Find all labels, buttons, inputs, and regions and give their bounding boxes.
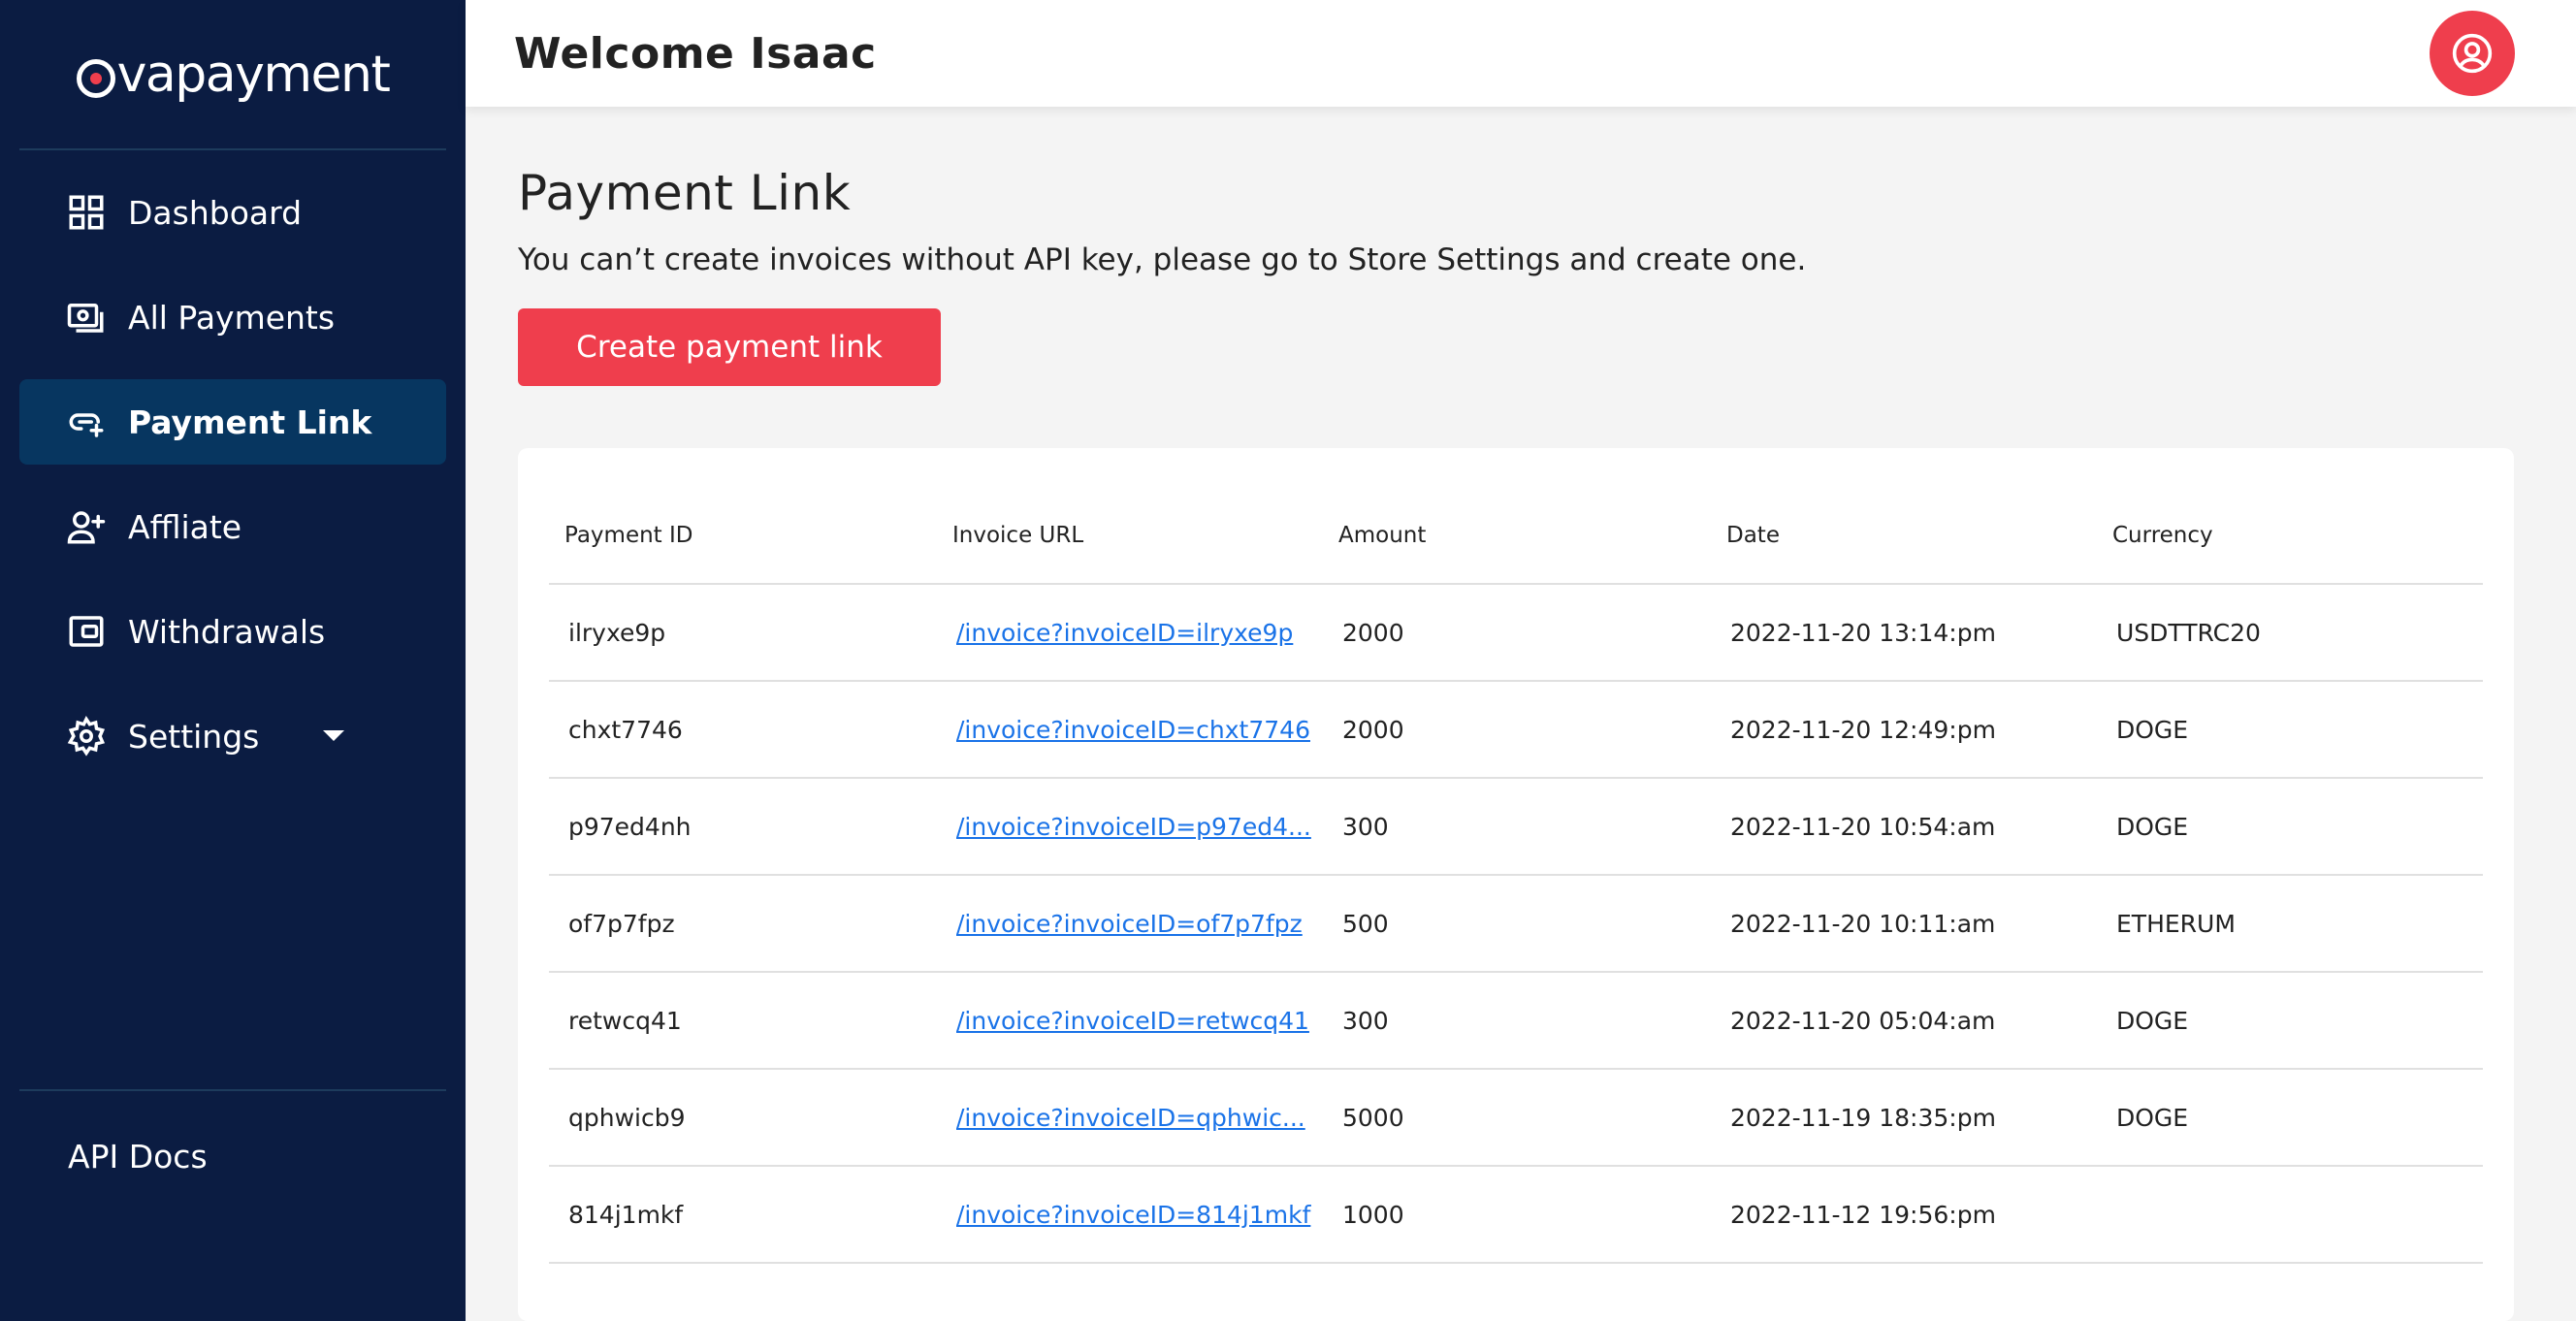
column-header: Date <box>1711 487 2097 585</box>
brand-logo[interactable]: vapayment <box>19 0 446 150</box>
invoice-link[interactable]: /invoice?invoiceID=814j1mkf <box>956 1201 1310 1229</box>
sidebar-item-affliate[interactable]: Affliate <box>19 484 446 569</box>
payment-links-table: Payment ID Invoice URL Amount Date Curre… <box>549 487 2483 1264</box>
invoice-url-cell: /invoice?invoiceID=chxt7746 <box>937 681 1323 779</box>
sidebar-item-withdrawals[interactable]: Withdrawals <box>19 589 446 674</box>
avatar-button[interactable] <box>2430 11 2515 96</box>
currency-cell: DOGE <box>2097 778 2483 876</box>
date-cell: 2022-11-20 10:11:am <box>1711 875 2097 973</box>
payment-id-cell: ilryxe9p <box>549 584 937 682</box>
welcome-title: Welcome Isaac <box>514 28 877 79</box>
table-row: p97ed4nh /invoice?invoiceID=p97ed4... 30… <box>549 778 2483 876</box>
sidebar-item-label: Dashboard <box>128 193 303 232</box>
payment-id-cell: chxt7746 <box>549 681 937 779</box>
user-circle-icon <box>2452 33 2493 74</box>
table-row: qphwicb9 /invoice?invoiceID=qphwic... 50… <box>549 1069 2483 1167</box>
table-row: ilryxe9p /invoice?invoiceID=ilryxe9p 200… <box>549 584 2483 682</box>
payment-id-cell: p97ed4nh <box>549 778 937 876</box>
invoice-url-cell: /invoice?invoiceID=qphwic... <box>937 1069 1323 1167</box>
currency-cell: DOGE <box>2097 681 2483 779</box>
invoice-link[interactable]: /invoice?invoiceID=chxt7746 <box>956 716 1310 744</box>
table-row: 814j1mkf /invoice?invoiceID=814j1mkf 100… <box>549 1166 2483 1264</box>
sidebar-item-payment-link[interactable]: Payment Link <box>19 379 446 465</box>
amount-cell: 300 <box>1323 972 1711 1070</box>
invoice-url-cell: /invoice?invoiceID=p97ed4... <box>937 778 1323 876</box>
table-row: retwcq41 /invoice?invoiceID=retwcq41 300… <box>549 972 2483 1070</box>
sidebar-item-label: Affliate <box>128 507 242 546</box>
cash-icon <box>66 297 107 338</box>
wallet-icon <box>66 611 107 652</box>
invoice-link[interactable]: /invoice?invoiceID=ilryxe9p <box>956 619 1293 647</box>
sidebar-nav: Dashboard All Payments Payment Link Affl… <box>0 150 466 779</box>
column-header: Payment ID <box>549 487 937 585</box>
date-cell: 2022-11-19 18:35:pm <box>1711 1069 2097 1167</box>
invoice-url-cell: /invoice?invoiceID=retwcq41 <box>937 972 1323 1070</box>
amount-cell: 500 <box>1323 875 1711 973</box>
payment-id-cell: of7p7fpz <box>549 875 937 973</box>
table-header-row: Payment ID Invoice URL Amount Date Curre… <box>549 487 2483 585</box>
user-add-icon <box>66 506 107 547</box>
date-cell: 2022-11-12 19:56:pm <box>1711 1166 2097 1264</box>
sidebar-item-settings[interactable]: Settings <box>19 693 446 779</box>
chevron-down-icon[interactable] <box>323 730 344 741</box>
page-content: Payment Link You can’t create invoices w… <box>466 107 2576 1321</box>
date-cell: 2022-11-20 12:49:pm <box>1711 681 2097 779</box>
grid-icon <box>66 192 107 233</box>
sidebar: vapayment Dashboard All Payments Payment… <box>0 0 466 1321</box>
sidebar-footer: API Docs <box>19 1089 446 1176</box>
invoice-url-cell: /invoice?invoiceID=ilryxe9p <box>937 584 1323 682</box>
gear-icon <box>66 716 107 757</box>
sidebar-item-dashboard[interactable]: Dashboard <box>19 170 446 255</box>
currency-cell: ETHERUM <box>2097 875 2483 973</box>
sidebar-item-all-payments[interactable]: All Payments <box>19 274 446 360</box>
api-key-notice: You can’t create invoices without API ke… <box>518 242 1807 277</box>
invoice-link[interactable]: /invoice?invoiceID=retwcq41 <box>956 1007 1309 1035</box>
invoice-url-cell: /invoice?invoiceID=814j1mkf <box>937 1166 1323 1264</box>
create-payment-link-button[interactable]: Create payment link <box>518 308 941 386</box>
invoice-link[interactable]: /invoice?invoiceID=qphwic... <box>956 1104 1305 1132</box>
page-title: Payment Link <box>518 165 852 221</box>
sidebar-item-label: Withdrawals <box>128 612 326 651</box>
invoice-url-cell: /invoice?invoiceID=of7p7fpz <box>937 875 1323 973</box>
payment-links-card: Payment ID Invoice URL Amount Date Curre… <box>518 448 2514 1321</box>
payment-id-cell: retwcq41 <box>549 972 937 1070</box>
amount-cell: 300 <box>1323 778 1711 876</box>
date-cell: 2022-11-20 05:04:am <box>1711 972 2097 1070</box>
table-row: of7p7fpz /invoice?invoiceID=of7p7fpz 500… <box>549 875 2483 973</box>
column-header: Currency <box>2097 487 2483 585</box>
api-docs-link[interactable]: API Docs <box>68 1138 446 1176</box>
invoice-link[interactable]: /invoice?invoiceID=of7p7fpz <box>956 910 1303 938</box>
payment-id-cell: qphwicb9 <box>549 1069 937 1167</box>
currency-cell: DOGE <box>2097 972 2483 1070</box>
sidebar-item-label: All Payments <box>128 298 336 337</box>
amount-cell: 1000 <box>1323 1166 1711 1264</box>
logo-mark-icon <box>76 58 115 98</box>
column-header: Amount <box>1323 487 1711 585</box>
top-header: Welcome Isaac <box>466 0 2576 107</box>
sidebar-item-label: Settings <box>128 717 260 756</box>
date-cell: 2022-11-20 13:14:pm <box>1711 584 2097 682</box>
amount-cell: 2000 <box>1323 584 1711 682</box>
column-header: Invoice URL <box>937 487 1323 585</box>
main-area: Welcome Isaac Payment Link You can’t cre… <box>466 0 2576 1321</box>
amount-cell: 2000 <box>1323 681 1711 779</box>
currency-cell: DOGE <box>2097 1069 2483 1167</box>
logo-text: vapayment <box>116 45 391 104</box>
link-add-icon <box>66 402 107 442</box>
date-cell: 2022-11-20 10:54:am <box>1711 778 2097 876</box>
amount-cell: 5000 <box>1323 1069 1711 1167</box>
payment-id-cell: 814j1mkf <box>549 1166 937 1264</box>
table-row: chxt7746 /invoice?invoiceID=chxt7746 200… <box>549 681 2483 779</box>
sidebar-item-label: Payment Link <box>128 403 372 441</box>
currency-cell: USDTTRC20 <box>2097 584 2483 682</box>
currency-cell <box>2097 1166 2483 1264</box>
invoice-link[interactable]: /invoice?invoiceID=p97ed4... <box>956 813 1311 841</box>
